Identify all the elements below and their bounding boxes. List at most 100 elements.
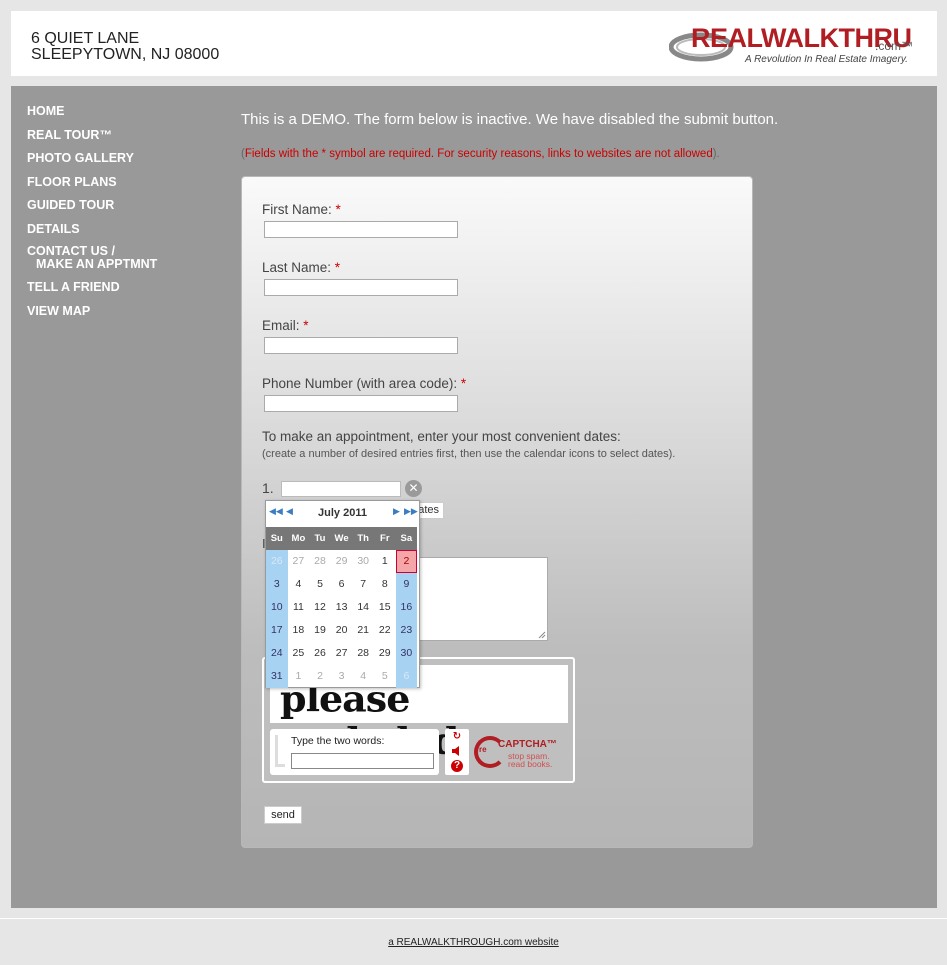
calendar-day[interactable]: 13 xyxy=(331,596,353,619)
calendar-day[interactable]: 26 xyxy=(309,642,331,665)
calendar-day[interactable]: 19 xyxy=(309,619,331,642)
appointment-instructions: (create a number of desired entries firs… xyxy=(262,448,676,460)
calendar-day[interactable]: 24 xyxy=(266,642,288,665)
calendar-day[interactable]: 4 xyxy=(288,573,310,596)
day-of-week-tu: Tu xyxy=(309,527,331,550)
calendar-day[interactable]: 3 xyxy=(266,573,288,596)
calendar-day[interactable]: 25 xyxy=(288,642,310,665)
calendar-day[interactable]: 14 xyxy=(352,596,374,619)
next-year-icon[interactable]: ▶▶ xyxy=(404,506,418,517)
calendar-day[interactable]: 1 xyxy=(374,550,396,573)
realwalkthru-logo[interactable]: REALWALKTHRU .com™ A Revolution In Real … xyxy=(669,19,919,71)
day-of-week-su: Su xyxy=(266,527,288,550)
calendar-header: ◀◀ ◀ July 2011 ▶ ▶▶ xyxy=(266,501,419,525)
calendar-day[interactable]: 9 xyxy=(395,573,418,596)
calendar-day[interactable]: 2 xyxy=(309,665,331,688)
calendar-day[interactable]: 5 xyxy=(309,573,331,596)
calendar-day[interactable]: 18 xyxy=(288,619,310,642)
day-of-week-mo: Mo xyxy=(287,527,310,550)
calendar-day[interactable]: 31 xyxy=(266,665,288,688)
calendar-day[interactable]: 17 xyxy=(266,619,288,642)
calendar-day[interactable]: 20 xyxy=(331,619,353,642)
date-entry-input[interactable] xyxy=(281,481,401,497)
email-input[interactable] xyxy=(264,337,458,354)
last-name-label: Last Name: * xyxy=(262,260,340,275)
recaptcha-re: re xyxy=(479,745,487,754)
calendar-day[interactable]: 1 xyxy=(288,665,310,688)
next-month-icon[interactable]: ▶ xyxy=(393,506,400,517)
first-name-input[interactable] xyxy=(264,221,458,238)
arrow-hook-icon xyxy=(275,735,285,767)
calendar-day[interactable]: 27 xyxy=(288,550,310,573)
main-panel: HOME REAL TOUR™ PHOTO GALLERY FLOOR PLAN… xyxy=(11,86,937,908)
nav-home[interactable]: HOME xyxy=(27,100,157,124)
calendar-day[interactable]: 22 xyxy=(374,619,396,642)
nav-contact-line-2: MAKE AN APPTMNT xyxy=(36,257,158,271)
calendar-day[interactable]: 29 xyxy=(331,550,353,573)
email-label: Email: * xyxy=(262,318,309,333)
date-entry-number: 1. xyxy=(262,480,274,496)
calendar-day[interactable]: 28 xyxy=(309,550,331,573)
nav-real-tour[interactable]: REAL TOUR™ xyxy=(27,124,157,148)
calendar-day[interactable]: 2 xyxy=(395,550,418,573)
nav-contact-us[interactable]: CONTACT US / MAKE AN APPTMNT xyxy=(27,245,157,271)
phone-input[interactable] xyxy=(264,395,458,412)
calendar-day[interactable]: 16 xyxy=(395,596,418,619)
phone-label: Phone Number (with area code): * xyxy=(262,376,466,391)
nav-guided-tour[interactable]: GUIDED TOUR xyxy=(27,194,157,218)
calendar-day[interactable]: 5 xyxy=(374,665,396,688)
calendar-day[interactable]: 21 xyxy=(352,619,374,642)
calendar-week-row: 17 18 19 20 21 22 23 xyxy=(266,619,418,642)
required-fields-note: (Fields with the * symbol are required. … xyxy=(241,148,720,160)
calendar-day[interactable]: 10 xyxy=(266,596,288,619)
day-of-week-th: Th xyxy=(352,527,374,550)
reload-icon[interactable]: ↻ xyxy=(450,731,464,743)
speaker-icon xyxy=(452,746,459,756)
calendar-day[interactable]: 23 xyxy=(395,619,418,642)
clear-date-icon[interactable]: ✕ xyxy=(405,480,422,497)
calendar-day[interactable]: 30 xyxy=(352,550,374,573)
calendar-day[interactable]: 4 xyxy=(352,665,374,688)
calendar-day[interactable]: 7 xyxy=(352,573,374,596)
recaptcha-logo[interactable]: re CAPTCHA™ stop spam. read books. xyxy=(474,733,569,775)
help-icon[interactable]: ? xyxy=(451,760,463,772)
nav-photo-gallery[interactable]: PHOTO GALLERY xyxy=(27,147,157,171)
resize-handle-icon[interactable] xyxy=(538,631,546,639)
nav-floor-plans[interactable]: FLOOR PLANS xyxy=(27,171,157,195)
calendar-day[interactable]: 3 xyxy=(331,665,353,688)
message-textarea[interactable] xyxy=(410,557,548,641)
send-button[interactable]: send xyxy=(264,806,302,824)
calendar-day[interactable]: 6 xyxy=(395,665,418,688)
audio-icon[interactable] xyxy=(450,746,464,758)
recaptcha-slogan: stop spam. read books. xyxy=(508,752,553,769)
footer-link[interactable]: a REALWALKTHROUGH.com website xyxy=(0,937,947,948)
calendar-day[interactable]: 11 xyxy=(288,596,310,619)
slogan-line-2: read books. xyxy=(508,759,553,769)
logo-com: .com™ xyxy=(875,39,914,53)
calendar-day[interactable]: 6 xyxy=(331,573,353,596)
calendar-day[interactable]: 29 xyxy=(374,642,396,665)
phone-label-text: Phone Number (with area code): xyxy=(262,376,458,391)
calendar-day[interactable]: 12 xyxy=(309,596,331,619)
calendar-day[interactable]: 30 xyxy=(395,642,418,665)
site-footer: a REALWALKTHROUGH.com website xyxy=(0,918,947,965)
nav-contact-line-1: CONTACT US / xyxy=(27,244,115,258)
calendar-grid: Su Mo Tu We Th Fr Sa 26 27 28 29 30 1 2 3 4 5 6 7 8 9 10 11 12… xyxy=(266,527,418,688)
captcha-input[interactable] xyxy=(291,753,434,769)
calendar-week-row: 31 1 2 3 4 5 6 xyxy=(266,665,418,688)
captcha-response-panel: Type the two words: xyxy=(270,729,439,775)
day-of-week-sa: Sa xyxy=(395,527,418,550)
last-name-input[interactable] xyxy=(264,279,458,296)
captcha-controls: ↻ ? xyxy=(445,729,469,775)
date-picker-popup: ◀◀ ◀ July 2011 ▶ ▶▶ Su Mo Tu We Th Fr Sa 26 27 2… xyxy=(265,500,420,688)
calendar-day[interactable]: 15 xyxy=(374,596,396,619)
nav-view-map[interactable]: VIEW MAP xyxy=(27,300,157,324)
address-line-2: SLEEPYTOWN, NJ 08000 xyxy=(31,46,220,63)
calendar-day[interactable]: 28 xyxy=(352,642,374,665)
calendar-day[interactable]: 27 xyxy=(331,642,353,665)
nav-tell-a-friend[interactable]: TELL A FRIEND xyxy=(27,276,157,300)
email-label-text: Email: xyxy=(262,318,300,333)
calendar-day[interactable]: 26 xyxy=(266,550,288,573)
nav-details[interactable]: DETAILS xyxy=(27,218,157,242)
calendar-day[interactable]: 8 xyxy=(374,573,396,596)
